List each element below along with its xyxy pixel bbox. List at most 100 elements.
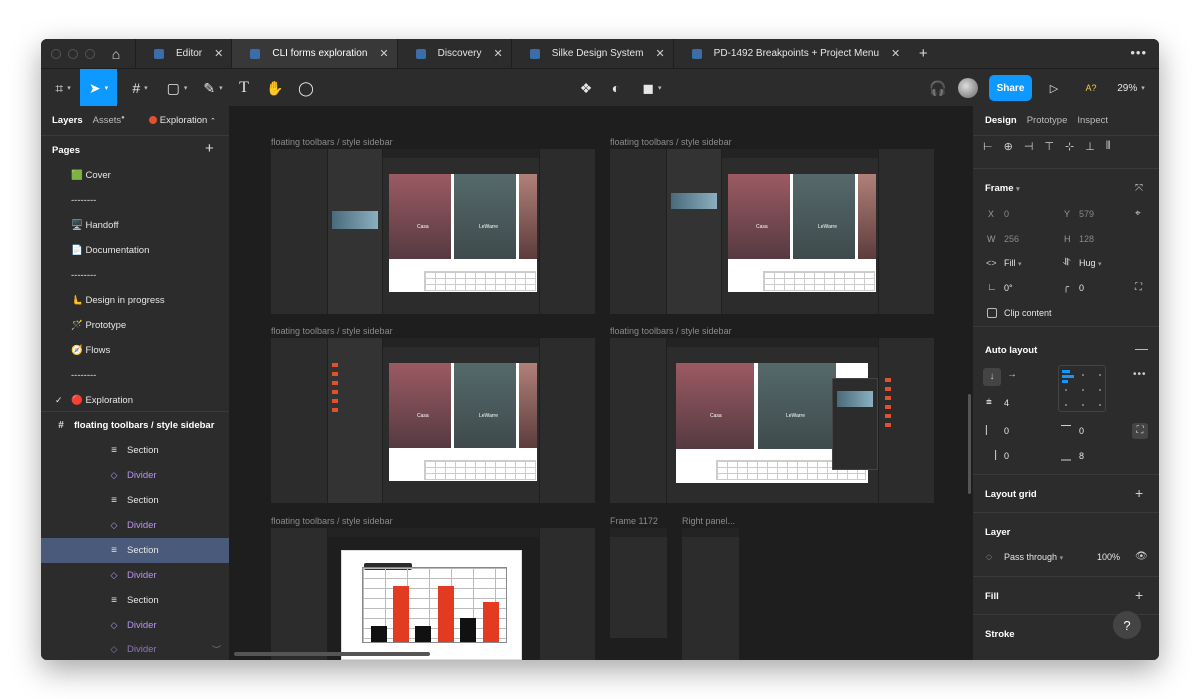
headphones-icon[interactable]: 🎧 [928, 69, 948, 107]
frame-label[interactable]: floating toolbars / style sidebar [610, 137, 732, 147]
w-input[interactable]: 256 [1004, 234, 1019, 244]
layer-row[interactable]: ≡ Section [41, 488, 229, 513]
frame-label[interactable]: floating toolbars / style sidebar [271, 516, 393, 526]
pen-tool-icon[interactable]: ✎ ▾ [198, 69, 228, 107]
rotation-input[interactable]: 0° [1004, 283, 1013, 293]
layer-row[interactable]: ◇ Divider [41, 563, 229, 588]
tab-pd-1492[interactable]: PD-1492 Breakpoints + Project Menu ✕ [672, 39, 909, 68]
component-icon[interactable]: ❖ [576, 69, 596, 107]
constraints-icon[interactable]: ⤧ [1135, 183, 1143, 194]
align-middle-v-icon[interactable]: ⊹ [1065, 140, 1074, 153]
height-mode-dropdown[interactable]: Hug ▾ [1079, 258, 1102, 268]
more-options-icon[interactable]: ••• [1133, 369, 1147, 380]
move-tool-icon[interactable]: ➤ ▾ [80, 69, 117, 107]
close-tab-icon[interactable]: ✕ [379, 47, 388, 60]
help-button[interactable]: ? [1113, 611, 1141, 639]
layer-frame-row[interactable]: # floating toolbars / style sidebar [41, 413, 229, 438]
frame-thumbnail[interactable] [610, 528, 667, 638]
frame-thumbnail[interactable]: Casa LeWarre [610, 149, 934, 314]
hidden-eye-icon[interactable]: ︶ [212, 643, 221, 656]
page-item[interactable]: 🖥️ Handoff [41, 213, 229, 238]
page-item[interactable]: -------- [41, 263, 229, 288]
page-selector[interactable]: Exploration ⌃ [148, 115, 216, 126]
direction-horizontal-icon[interactable]: → [1007, 369, 1017, 380]
remove-auto-layout-icon[interactable]: — [1135, 341, 1148, 356]
page-item[interactable]: -------- [41, 363, 229, 388]
share-button[interactable]: Share [989, 75, 1032, 101]
padding-left-input[interactable]: 0 [1004, 426, 1009, 436]
page-item-current[interactable]: ✓ 🔴 Exploration [41, 388, 229, 413]
frame-thumbnail[interactable]: Casa LeWarre [610, 338, 934, 503]
layer-row[interactable]: ≡ Section [41, 438, 229, 463]
radius-input[interactable]: 0 [1079, 283, 1084, 293]
home-icon[interactable]: ⌂ [97, 39, 135, 68]
page-item[interactable]: -------- [41, 188, 229, 213]
tab-editor[interactable]: Editor ✕ [135, 39, 231, 68]
frame-label[interactable]: floating toolbars / style sidebar [271, 137, 393, 147]
independent-corners-icon[interactable]: ⛶ [1135, 282, 1142, 293]
minimize-window-button[interactable] [68, 48, 78, 59]
new-tab-button[interactable]: + [908, 45, 938, 62]
maximize-window-button[interactable] [85, 48, 95, 59]
page-item[interactable]: 🫷 Design in progress [41, 288, 229, 313]
y-input[interactable]: 579 [1079, 209, 1094, 219]
tab-prototype[interactable]: Prototype [1027, 115, 1068, 126]
text-tool-icon[interactable]: T [233, 69, 255, 107]
frame-thumbnail[interactable]: Casa LeWarre [271, 149, 595, 314]
shape-tool-icon[interactable]: ▢ ▾ [161, 69, 193, 107]
h-input[interactable]: 128 [1079, 234, 1094, 244]
padding-top-input[interactable]: 0 [1079, 426, 1084, 436]
layer-row[interactable]: ◇ Divider [41, 463, 229, 488]
page-item[interactable]: 🟩 Cover [41, 163, 229, 188]
add-page-button[interactable]: + [205, 140, 214, 157]
individual-padding-icon[interactable]: ⛶ [1132, 423, 1148, 439]
tab-layers[interactable]: Layers [52, 115, 83, 126]
align-right-icon[interactable]: ⊣ [1024, 140, 1034, 153]
frame-thumbnail[interactable]: Casa LeWarre [271, 338, 595, 503]
padding-bottom-input[interactable]: 8 [1079, 451, 1084, 461]
close-tab-icon[interactable]: ✕ [891, 47, 900, 60]
frame-label[interactable]: floating toolbars / style sidebar [610, 326, 732, 336]
layer-row[interactable]: ≡ Section [41, 588, 229, 613]
tab-cli-forms-exploration[interactable]: CLI forms exploration ✕ [231, 39, 397, 68]
opacity-input[interactable]: 100% [1097, 552, 1120, 562]
avatar[interactable] [958, 78, 978, 98]
width-mode-dropdown[interactable]: Fill ▾ [1004, 258, 1022, 268]
frame-tool-icon[interactable]: # ▾ [125, 69, 155, 107]
tab-discovery[interactable]: Discovery ✕ [396, 39, 511, 68]
close-tab-icon[interactable]: ✕ [214, 47, 223, 60]
frame-heading[interactable]: Frame ▾ [985, 183, 1020, 194]
clip-content-checkbox[interactable] [987, 308, 997, 318]
layer-row[interactable]: ◇ Divider [41, 613, 229, 638]
vertical-scrollbar[interactable] [968, 394, 971, 494]
align-left-icon[interactable]: ⊢ [983, 140, 993, 153]
contrast-icon[interactable]: ◐ [606, 69, 626, 107]
align-bottom-icon[interactable]: ⊥ [1085, 140, 1095, 153]
layer-row[interactable]: ◇ Divider ︶ [41, 637, 229, 660]
frame-thumbnail[interactable] [682, 528, 739, 660]
tab-silke-design-system[interactable]: Silke Design System ✕ [510, 39, 673, 68]
boolean-icon[interactable]: ◼ ▾ [638, 69, 666, 107]
figma-menu-icon[interactable]: ⌗ ▾ [49, 69, 77, 107]
hand-tool-icon[interactable]: ✋ [263, 69, 287, 107]
position-icon[interactable]: ⌖ [1135, 208, 1141, 219]
frame-label[interactable]: Right panel... [682, 516, 735, 526]
close-tab-icon[interactable]: ✕ [494, 47, 503, 60]
page-item[interactable]: 🧭 Flows [41, 338, 229, 363]
canvas[interactable]: floating toolbars / style sidebar Casa L… [230, 106, 972, 660]
tab-inspect[interactable]: Inspect [1077, 115, 1108, 126]
close-window-button[interactable] [51, 48, 61, 59]
blend-mode-dropdown[interactable]: Pass through ▾ [1004, 552, 1063, 562]
x-input[interactable]: 0 [1004, 209, 1009, 219]
frame-label[interactable]: Frame 1172 [610, 516, 658, 526]
align-center-h-icon[interactable]: ⊕ [1004, 140, 1013, 153]
alignment-grid[interactable] [1058, 365, 1106, 412]
tab-assets[interactable]: Assets● [93, 115, 125, 126]
add-layout-grid-icon[interactable]: + [1135, 485, 1143, 501]
play-icon[interactable]: ▷ [1044, 69, 1064, 107]
comment-icon[interactable]: ◯ [295, 69, 317, 107]
horizontal-scrollbar[interactable] [234, 652, 430, 656]
layer-row[interactable]: ◇ Divider [41, 513, 229, 538]
accessibility-button[interactable]: A? [1079, 69, 1103, 107]
distribute-icon[interactable]: ⫴ [1106, 140, 1111, 153]
